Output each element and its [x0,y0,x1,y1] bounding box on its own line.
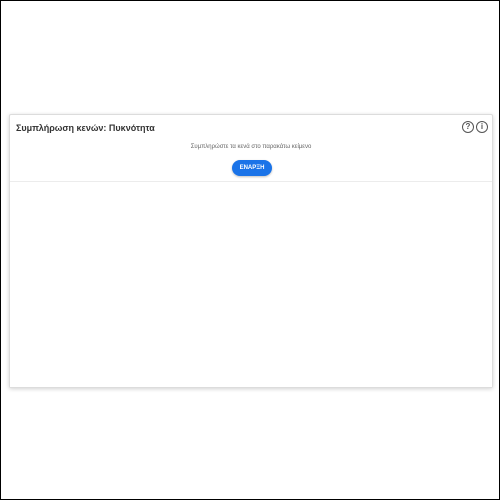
activity-instruction: Συμπληρώστε τα κενά στο παρακάτω κείμενο [190,144,312,150]
activity-content-area [10,182,492,387]
activity-title: Συμπλήρωση κενών: Πυκνότητα [16,123,155,133]
header-icons: ? i [462,121,488,133]
start-button[interactable]: ΕΝΑΡΞΗ [232,160,272,176]
activity-card: Συμπλήρωση κενών: Πυκνότητα ? i Συμπληρώ… [9,114,493,388]
info-icon[interactable]: i [476,121,488,133]
help-icon[interactable]: ? [462,121,474,133]
activity-header: Συμπλήρωση κενών: Πυκνότητα ? i Συμπληρώ… [10,115,492,182]
page-frame: Συμπλήρωση κενών: Πυκνότητα ? i Συμπληρώ… [0,0,500,500]
